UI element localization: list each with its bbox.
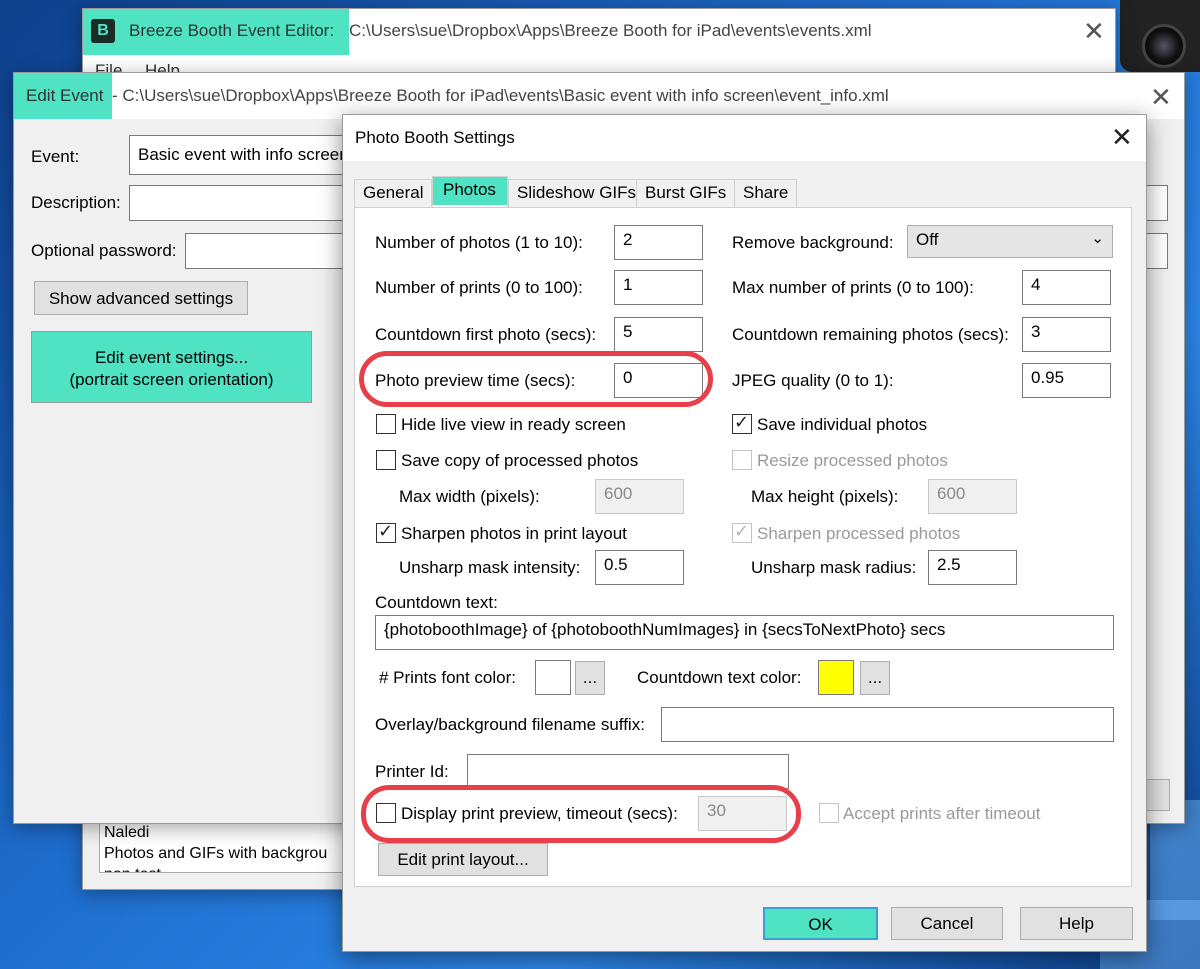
num-prints-label: Number of prints (0 to 100): [375,278,583,297]
edit-event-settings-button[interactable]: Edit event settings... (portrait screen … [31,331,312,403]
countdown-text-label: Countdown text: [375,593,498,612]
num-photos-label: Number of photos (1 to 10): [375,233,583,252]
printer-id-label: Printer Id: [375,762,449,781]
prints-font-color-label: # Prints font color: [379,668,517,687]
edit-event-title-path: - C:\Users\sue\Dropbox\Apps\Breeze Booth… [112,86,889,105]
list-item[interactable]: Naledi [104,822,354,843]
countdown-color-label: Countdown text color: [637,668,802,687]
max-height-input[interactable]: 600 [928,479,1017,514]
photo-booth-settings-dialog: Photo Booth Settings ✕ General Photos Sl… [342,114,1147,952]
countdown-text-input[interactable]: {photoboothImage} of {photoboothNumImage… [375,615,1114,650]
camera-icon[interactable] [1120,0,1200,72]
event-editor-titlebar: B Breeze Booth Event Editor: C:\Users\su… [83,9,1115,55]
edit-event-title-app: Edit Event [26,86,104,105]
tab-burst-gifs[interactable]: Burst GIFs [636,179,736,207]
unsharp-radius-label: Unsharp mask radius: [751,558,917,577]
annotation-ring-preview-time [359,351,713,407]
accept-prints-checkbox[interactable] [819,803,839,823]
edit-settings-line1: Edit event settings... [94,348,249,367]
dialog-titlebar: Photo Booth Settings ✕ [343,115,1146,161]
sharpen-print-label: Sharpen photos in print layout [401,524,627,543]
accept-prints-label: Accept prints after timeout [843,804,1041,823]
prints-font-color-swatch[interactable] [535,660,571,695]
countdown-remaining-label: Countdown remaining photos (secs): [732,325,1009,344]
tab-slideshow-gifs[interactable]: Slideshow GIFs [508,179,646,207]
edit-settings-line2: (portrait screen orientation) [69,370,274,389]
max-prints-label: Max number of prints (0 to 100): [732,278,974,297]
countdown-color-button[interactable]: ... [860,661,890,695]
close-icon[interactable]: ✕ [1111,125,1133,151]
edit-print-layout-button[interactable]: Edit print layout... [378,843,548,876]
countdown-remaining-input[interactable]: 3 [1022,317,1111,352]
max-height-label: Max height (pixels): [751,487,899,506]
countdown-first-input[interactable]: 5 [614,317,703,352]
jpeg-quality-input[interactable]: 0.95 [1022,363,1111,398]
close-icon[interactable]: ✕ [1150,85,1172,111]
app-icon: B [91,19,115,43]
help-button[interactable]: Help [1020,907,1133,940]
countdown-color-swatch[interactable] [818,660,854,695]
save-individual-label: Save individual photos [757,415,928,434]
ok-button[interactable]: OK [763,907,878,940]
max-width-input[interactable]: 600 [595,479,684,514]
tab-photos[interactable]: Photos [432,176,508,207]
printer-id-input[interactable] [467,754,789,789]
save-copy-label: Save copy of processed photos [401,451,639,470]
prints-font-color-button[interactable]: ... [575,661,605,695]
remove-bg-value: Off [916,230,939,249]
resize-processed-label: Resize processed photos [757,451,948,470]
event-label: Event: [31,147,80,166]
hide-live-view-label: Hide live view in ready screen [401,415,626,434]
countdown-first-label: Countdown first photo (secs): [375,325,597,344]
max-width-label: Max width (pixels): [399,487,540,506]
editor-title-path: C:\Users\sue\Dropbox\Apps\Breeze Booth f… [349,21,872,40]
num-photos-input[interactable]: 2 [614,225,703,260]
sharpen-print-checkbox[interactable]: ✓ [376,521,396,543]
hide-live-view-checkbox[interactable] [376,414,396,434]
overlay-suffix-input[interactable] [661,707,1114,742]
description-label: Description: [31,193,121,212]
check-icon: ✓ [734,521,750,542]
dialog-title: Photo Booth Settings [355,128,515,147]
tab-share[interactable]: Share [734,179,798,207]
chevron-down-icon: ⌄ [1091,229,1104,247]
close-icon[interactable]: ✕ [1083,19,1105,45]
annotation-ring-print-preview [361,785,801,843]
edit-event-titlebar: Edit Event - C:\Users\sue\Dropbox\Apps\B… [14,73,1184,119]
sharpen-processed-label: Sharpen processed photos [757,524,961,543]
unsharp-intensity-label: Unsharp mask intensity: [399,558,581,577]
description-input-right[interactable] [1146,185,1168,221]
check-icon: ✓ [378,521,394,542]
camera-lens [1142,24,1186,68]
list-item[interactable]: Photos and GIFs with backgrou [104,843,354,864]
events-list[interactable]: Naledi Photos and GIFs with backgrou non… [99,821,359,873]
cancel-button[interactable]: Cancel [891,907,1003,940]
list-item[interactable]: non test [104,864,354,872]
remove-bg-select[interactable]: Off ⌄ [907,225,1113,258]
tab-general[interactable]: General [354,179,433,207]
num-prints-input[interactable]: 1 [614,270,703,305]
editor-title-app: Breeze Booth Event Editor: [129,21,335,40]
remove-bg-label: Remove background: [732,233,894,252]
unsharp-radius-input[interactable]: 2.5 [928,550,1017,585]
password-label: Optional password: [31,241,177,260]
overlay-suffix-label: Overlay/background filename suffix: [375,715,645,734]
save-copy-checkbox[interactable] [376,450,396,470]
save-individual-checkbox[interactable]: ✓ [732,412,752,434]
resize-processed-checkbox[interactable] [732,450,752,470]
password-input-right[interactable] [1146,233,1168,269]
show-advanced-button[interactable]: Show advanced settings [34,281,248,315]
tab-photos-label: Photos [443,180,496,199]
check-icon: ✓ [734,412,750,433]
jpeg-quality-label: JPEG quality (0 to 1): [732,371,894,390]
unsharp-intensity-input[interactable]: 0.5 [595,550,684,585]
max-prints-input[interactable]: 4 [1022,270,1111,305]
sharpen-processed-checkbox[interactable]: ✓ [732,521,752,543]
edit-event-right-button[interactable] [1146,779,1170,811]
